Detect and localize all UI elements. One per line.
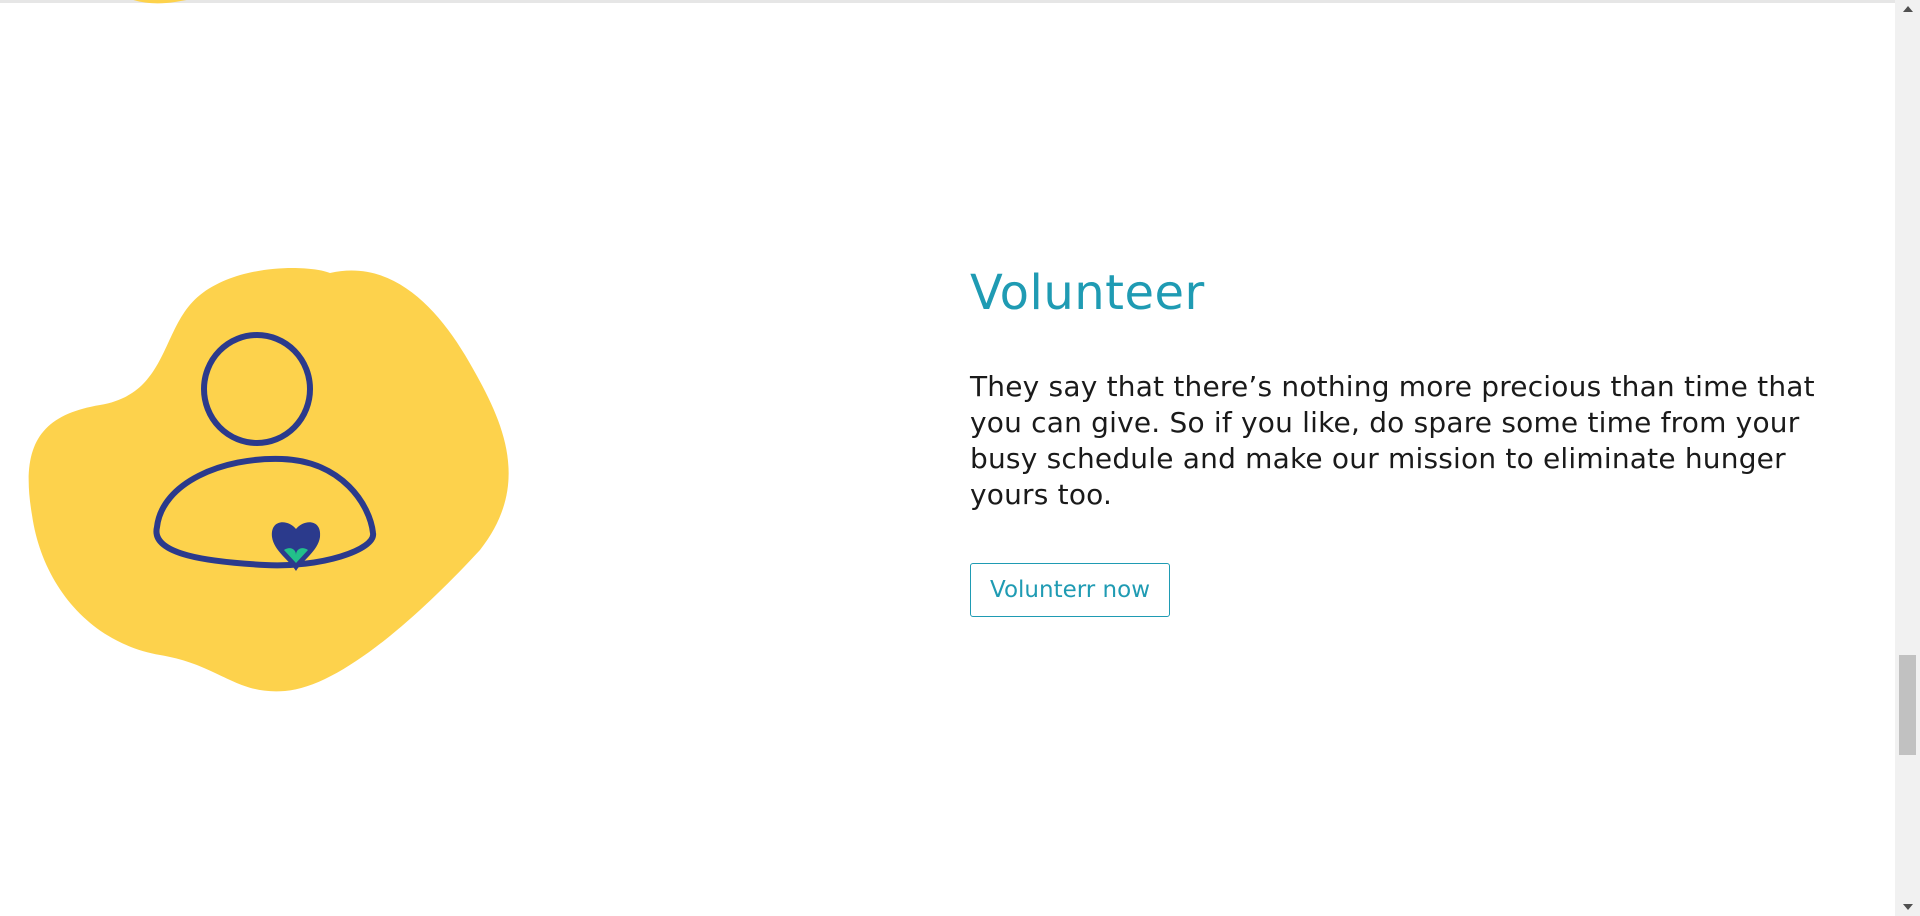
decorative-blob-top [133, 0, 187, 4]
yellow-blob-shape [28, 267, 509, 692]
scroll-up-arrow-icon[interactable] [1895, 0, 1920, 18]
vertical-scrollbar[interactable] [1895, 0, 1920, 916]
page: Volunteer They say that there’s nothing … [0, 0, 1920, 916]
scrollbar-thumb[interactable] [1899, 655, 1916, 755]
volunteer-illustration [28, 267, 509, 692]
page-viewport: Volunteer They say that there’s nothing … [0, 0, 1895, 916]
volunteer-content: Volunteer They say that there’s nothing … [970, 263, 1870, 617]
volunteer-now-button[interactable]: Volunterr now [970, 563, 1171, 617]
section-heading: Volunteer [970, 265, 1205, 321]
section-description: They say that there’s nothing more preci… [970, 370, 1815, 511]
scroll-down-arrow-icon[interactable] [1895, 898, 1920, 916]
